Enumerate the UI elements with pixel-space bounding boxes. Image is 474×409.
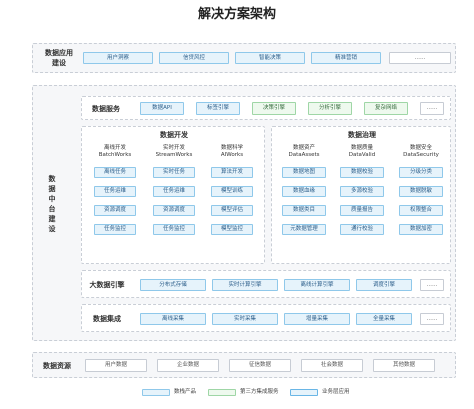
resources-label: 数据资源: [43, 362, 71, 370]
gov-valid-item-4: 通行校验: [340, 224, 384, 235]
data-gov-panel: 数据治理 数据资产 DataAssets 数据地图 数据血缘 数据类目 元数据管…: [271, 126, 451, 264]
data-service-label: 数据服务: [92, 105, 120, 113]
gov-security-item-4: 数据加密: [399, 224, 443, 235]
resources-panel: 数据资源 用户数据 企业数据 征信数据 社会数据 其他数据: [32, 352, 456, 378]
dev-ai-item-2: 模型训练: [211, 186, 253, 197]
dev-batch-item-3: 资源调度: [94, 205, 136, 216]
gov-security-item-3: 权限整合: [399, 205, 443, 216]
app-item-more: ……: [389, 52, 451, 64]
app-layer-panel: 数据应用 建设 用户洞察 信贷风控 智能决策 精准营销 ……: [32, 43, 456, 73]
dev-col-ai-head2: AIWorks: [220, 152, 244, 158]
data-dev-panel: 数据开发 离线开发 BatchWorks 离线任务 任务运维 资源调度 任务监控…: [81, 126, 265, 264]
engine-item-offline-compute: 离线计算引擎: [284, 279, 350, 291]
engine-panel: 大数据引擎 分布式存储 实时计算引擎 离线计算引擎 调度引擎 ……: [81, 270, 451, 298]
integration-item-more: ……: [420, 313, 444, 325]
app-layer-label-line1: 数据应用: [45, 49, 73, 57]
service-item-complex-network: 复杂网络: [364, 102, 408, 115]
data-dev-title: 数据开发: [160, 131, 188, 139]
gov-col-valid-head2: DataValid: [348, 152, 376, 158]
service-item-analysis-engine: 分析引擎: [308, 102, 352, 115]
dev-batch-item-1: 离线任务: [94, 167, 136, 178]
platform-label-char3: 中: [48, 195, 56, 203]
dev-batch-item-2: 任务运维: [94, 186, 136, 197]
dev-col-batch-head1: 离线开发: [103, 145, 126, 151]
app-item-precision-marketing: 精准营销: [311, 52, 381, 64]
service-item-data-api: 数据API: [140, 102, 184, 115]
gov-assets-item-2: 数据血缘: [282, 186, 326, 197]
app-item-user-insight: 用户洞察: [83, 52, 153, 64]
app-layer-label-line2: 建设: [52, 59, 66, 67]
service-item-more: ……: [420, 102, 444, 115]
dev-col-stream-head1: 实时开发: [162, 145, 185, 151]
gov-valid-item-3: 质量报告: [340, 205, 384, 216]
gov-assets-item-4: 元数据管理: [282, 224, 326, 235]
integration-panel: 数据集成 离线采集 实时采集 增量采集 全量采集 ……: [81, 304, 451, 332]
resource-item-user: 用户数据: [85, 359, 147, 372]
dev-col-ai-head1: 数据科学: [220, 145, 243, 151]
gov-col-security-head1: 数据安全: [409, 145, 432, 151]
platform-label-char6: 设: [48, 225, 56, 233]
dev-stream-item-3: 资源调度: [153, 205, 195, 216]
legend-swatch-product: [142, 389, 170, 396]
gov-assets-item-3: 数据类目: [282, 205, 326, 216]
integration-item-full: 全量采集: [356, 313, 412, 325]
legend-swatch-business: [290, 389, 318, 396]
gov-security-item-2: 数据脱敏: [399, 186, 443, 197]
platform-label-char4: 台: [48, 205, 56, 213]
platform-panel: 数 据 中 台 建 设 数据服务 数据API 标签引擎 决策引擎 分析引擎 复杂…: [32, 85, 456, 341]
integration-item-incremental: 增量采集: [284, 313, 350, 325]
engine-item-scheduler: 调度引擎: [356, 279, 412, 291]
diagram-title: 解决方案架构: [197, 7, 276, 22]
service-item-decision-engine: 决策引擎: [252, 102, 296, 115]
legend-label-business: 业务层应用: [322, 389, 350, 395]
gov-col-assets-head1: 数据资产: [292, 145, 315, 151]
dev-col-stream-head2: StreamWorks: [155, 152, 193, 158]
gov-col-security-head2: DataSecurity: [403, 152, 439, 158]
legend-swatch-third-party: [208, 389, 236, 396]
gov-valid-item-2: 多源校验: [340, 186, 384, 197]
resource-item-credit: 征信数据: [229, 359, 291, 372]
gov-valid-item-1: 数据校验: [340, 167, 384, 178]
service-item-tag-engine: 标签引擎: [196, 102, 240, 115]
dev-ai-item-3: 模型评估: [211, 205, 253, 216]
legend-label-product: 数栈产品: [174, 389, 197, 395]
dev-col-batch-head2: BatchWorks: [98, 152, 132, 158]
engine-item-realtime-compute: 实时计算引擎: [212, 279, 278, 291]
engine-item-more: ……: [420, 279, 444, 291]
dev-stream-item-4: 任务监控: [153, 224, 195, 235]
dev-stream-item-2: 任务运维: [153, 186, 195, 197]
data-service-panel: 数据服务 数据API 标签引擎 决策引擎 分析引擎 复杂网络 ……: [81, 96, 451, 120]
platform-label-char5: 建: [48, 215, 56, 223]
gov-security-item-1: 分级分类: [399, 167, 443, 178]
app-item-credit-risk: 信贷风控: [159, 52, 229, 64]
resource-item-social: 社会数据: [301, 359, 363, 372]
platform-label-char1: 数: [48, 175, 56, 183]
dev-batch-item-4: 任务监控: [94, 224, 136, 235]
dev-ai-item-4: 模型监控: [211, 224, 253, 235]
gov-col-assets-head2: DataAssets: [288, 152, 320, 158]
platform-label-char2: 据: [48, 185, 56, 193]
integration-label: 数据集成: [93, 315, 121, 323]
gov-col-valid-head1: 数据质量: [350, 145, 373, 151]
engine-item-distributed-storage: 分布式存储: [140, 279, 206, 291]
integration-item-realtime: 实时采集: [212, 313, 278, 325]
gov-assets-item-1: 数据地图: [282, 167, 326, 178]
dev-stream-item-1: 实时任务: [153, 167, 195, 178]
platform-label: 数 据 中 台 建 设: [47, 174, 57, 234]
data-gov-title: 数据治理: [348, 131, 376, 139]
legend-label-third-party: 第三方集成服务: [240, 389, 279, 395]
integration-item-offline: 离线采集: [140, 313, 206, 325]
app-item-smart-decision: 智能决策: [235, 52, 305, 64]
resource-item-enterprise: 企业数据: [157, 359, 219, 372]
resource-item-other: 其他数据: [373, 359, 435, 372]
engine-label: 大数据引擎: [89, 281, 125, 289]
dev-ai-item-1: 算法开发: [211, 167, 253, 178]
app-layer-label: 数据应用 建设: [37, 48, 81, 68]
